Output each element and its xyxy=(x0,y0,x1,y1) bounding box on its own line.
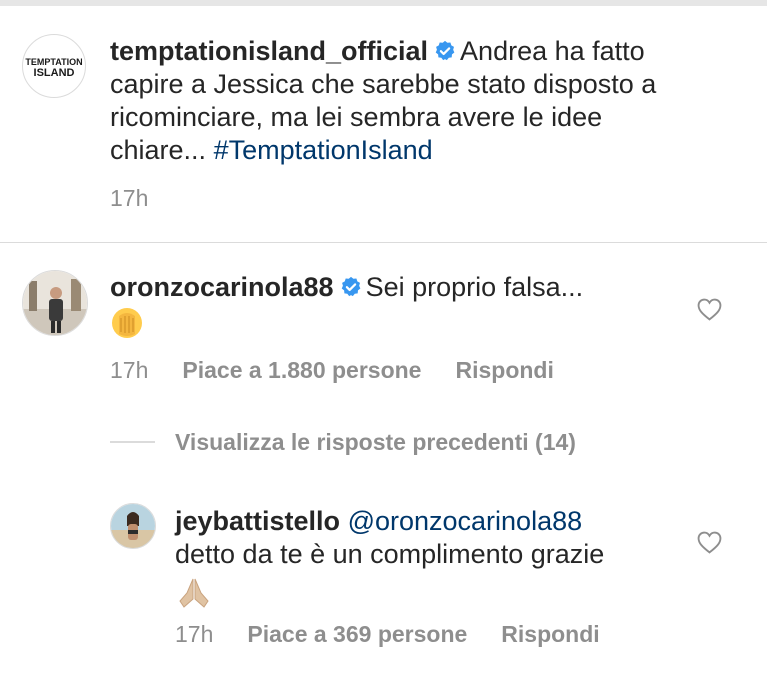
svg-text:TEMPTATION: TEMPTATION xyxy=(25,57,82,67)
post-time: 17h xyxy=(110,185,149,211)
replies-line xyxy=(110,441,155,443)
temptation-island-logo: TEMPTATION ISLAND xyxy=(25,57,82,79)
reply-text: detto da te è un complimento grazie xyxy=(175,539,605,569)
svg-text:ISLAND: ISLAND xyxy=(34,67,75,79)
post-meta: 17h xyxy=(110,184,182,212)
view-previous-replies[interactable]: Visualizza le risposte precedenti (14) xyxy=(175,428,576,456)
caption-line-4: chiare... xyxy=(110,135,207,165)
comment-meta: 17h Piace a 1.880 persone Rispondi xyxy=(110,356,588,384)
reply-reply-button[interactable]: Rispondi xyxy=(501,621,599,647)
verified-badge-icon xyxy=(341,276,360,297)
avatar-photo xyxy=(23,271,87,335)
comment-likes[interactable]: Piace a 1.880 persone xyxy=(182,357,421,383)
avatar-photo xyxy=(111,504,155,548)
face-palm-icon xyxy=(112,308,142,338)
reply-meta: 17h Piace a 369 persone Rispondi xyxy=(175,620,634,648)
comment-body: oronzocarinola88 Sei proprio falsa... xyxy=(110,271,690,304)
reply-body: jeybattistello @oronzocarinola88 detto d… xyxy=(175,505,675,571)
comment-time: 17h xyxy=(110,357,149,383)
post-username[interactable]: temptationisland_official xyxy=(110,36,428,66)
comment-username[interactable]: oronzocarinola88 xyxy=(110,272,334,302)
post-avatar[interactable]: TEMPTATION ISLAND xyxy=(22,34,86,98)
comment-reply-button[interactable]: Rispondi xyxy=(455,357,553,383)
folded-hands-icon xyxy=(179,578,209,608)
verified-badge-icon xyxy=(435,40,455,61)
hashtag-link[interactable]: #TemptationIsland xyxy=(214,135,433,165)
comment-avatar-oronzocarinola88[interactable] xyxy=(22,270,88,336)
post-caption: temptationisland_official Andrea ha fatto… xyxy=(110,35,750,167)
like-heart-icon[interactable] xyxy=(697,531,722,554)
caption-line-1: Andrea ha fatto xyxy=(460,36,645,66)
top-border xyxy=(0,0,767,6)
reply-username[interactable]: jeybattistello xyxy=(175,506,340,536)
caption-line-3: ricominciare, ma lei sembra avere le ide… xyxy=(110,102,603,132)
reply-time: 17h xyxy=(175,621,214,647)
reply-avatar-jeybattistello[interactable] xyxy=(110,503,156,549)
like-heart-icon[interactable] xyxy=(697,298,722,321)
comment-text: Sei proprio falsa... xyxy=(365,272,584,302)
reply-likes[interactable]: Piace a 369 persone xyxy=(247,621,467,647)
reply-mention[interactable]: @oronzocarinola88 xyxy=(348,506,583,536)
divider xyxy=(0,242,767,243)
caption-line-2: capire a Jessica che sarebbe stato dispo… xyxy=(110,69,657,99)
